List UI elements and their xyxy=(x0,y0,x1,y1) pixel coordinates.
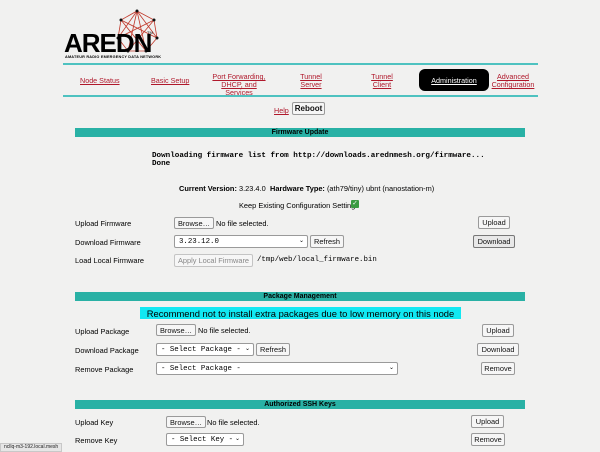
upload-package-label: Upload Package xyxy=(75,327,130,336)
firmware-upload-button[interactable]: Upload xyxy=(478,216,510,229)
package-refresh-button[interactable]: Refresh xyxy=(256,343,290,356)
nav-tunnel-client-line2: Client xyxy=(372,80,392,89)
ssh-remove-button[interactable]: Remove xyxy=(471,433,505,446)
nav-administration[interactable]: Administration xyxy=(419,69,489,91)
hardware-type: Hardware Type: (ath79/tiny) ubnt (nanost… xyxy=(270,184,434,193)
browser-status-url: ncllq-m3-192.local.mesh xyxy=(0,443,63,452)
download-package-select-value: - Select Package - xyxy=(161,345,241,354)
current-version-value: 3.23.4.0 xyxy=(238,184,266,193)
firmware-download-message: Downloading firmware list from http://do… xyxy=(152,152,485,168)
logo-tm: TM xyxy=(147,30,153,35)
download-package-select[interactable]: - Select Package - ⌄ xyxy=(156,343,254,356)
remove-package-select-value: - Select Package - xyxy=(161,364,241,373)
remove-package-select[interactable]: - Select Package - ⌄ xyxy=(156,362,398,375)
nav-bottom-divider xyxy=(63,95,538,97)
package-download-button[interactable]: Download xyxy=(477,343,519,356)
apply-local-firmware-button[interactable]: Apply Local Firmware xyxy=(174,254,253,267)
upload-firmware-label: Upload Firmware xyxy=(75,219,132,228)
firmware-download-button[interactable]: Download xyxy=(473,235,515,248)
package-section-header: Package Management xyxy=(75,292,525,301)
firmware-refresh-button[interactable]: Refresh xyxy=(310,235,344,248)
main-nav: Node Status Basic Setup Port Forwarding,… xyxy=(63,66,538,97)
chevron-down-icon: ⌄ xyxy=(388,364,394,371)
remove-package-label: Remove Package xyxy=(75,365,134,374)
package-no-file-text: No file selected. xyxy=(198,326,251,335)
low-memory-notice: Recommend not to install extra packages … xyxy=(140,307,461,319)
firmware-version-select[interactable]: 3.23.12.0 ⌄ xyxy=(174,235,308,248)
hardware-type-label: Hardware Type: xyxy=(270,184,325,193)
remove-key-select[interactable]: - Select Key - ⌄ xyxy=(166,433,244,446)
nav-basic-setup[interactable]: Basic Setup xyxy=(151,77,189,85)
firmware-download-message-line2: Done xyxy=(152,160,171,168)
chevron-down-icon: ⌄ xyxy=(244,345,250,352)
package-browse-button[interactable]: Browse… xyxy=(156,324,196,336)
nav-top-divider xyxy=(63,63,538,65)
keep-settings-checkbox[interactable]: ✓ xyxy=(351,200,359,208)
upload-key-label: Upload Key xyxy=(75,418,114,427)
ssh-no-file-text: No file selected. xyxy=(207,418,260,427)
nav-tunnel-server-line2: Server xyxy=(300,80,322,89)
help-link[interactable]: Help xyxy=(274,106,289,115)
logo-subtitle: AMATEUR RADIO EMERGENCY DATA NETWORK xyxy=(65,55,162,59)
download-firmware-label: Download Firmware xyxy=(75,238,141,247)
firmware-no-file-text: No file selected. xyxy=(216,219,269,228)
firmware-version-select-value: 3.23.12.0 xyxy=(179,237,219,246)
nav-tunnel-server[interactable]: Tunnel Server xyxy=(299,73,323,89)
firmware-browse-button[interactable]: Browse… xyxy=(174,217,214,229)
hardware-type-value: (ath79/tiny) ubnt (nanostation-m) xyxy=(326,184,435,193)
local-firmware-path: /tmp/web/local_firmware.bin xyxy=(257,256,377,264)
package-upload-button[interactable]: Upload xyxy=(482,324,514,337)
load-local-firmware-label: Load Local Firmware xyxy=(75,256,145,265)
nav-tunnel-client[interactable]: Tunnel Client xyxy=(370,73,394,89)
firmware-download-message-line1: Downloading firmware list from http://do… xyxy=(152,152,485,160)
ssh-section-header: Authorized SSH Keys xyxy=(75,400,525,409)
aredn-logo: AREDN TM AMATEUR RADIO EMERGENCY DATA NE… xyxy=(62,8,162,59)
nav-advanced-line2: Configuration xyxy=(491,80,535,89)
nav-node-status[interactable]: Node Status xyxy=(80,77,120,85)
package-remove-button[interactable]: Remove xyxy=(481,362,515,375)
nav-advanced-configuration[interactable]: Advanced Configuration xyxy=(490,73,536,89)
chevron-down-icon: ⌄ xyxy=(234,435,240,442)
reboot-button[interactable]: Reboot xyxy=(292,102,325,115)
current-version: Current Version: 3.23.4.0 xyxy=(179,184,266,193)
remove-key-select-value: - Select Key - xyxy=(171,435,234,444)
firmware-section-header: Firmware Update xyxy=(75,128,525,137)
nav-port-forwarding[interactable]: Port Forwarding, DHCP, and Services xyxy=(209,73,269,97)
chevron-down-icon: ⌄ xyxy=(298,237,304,244)
ssh-browse-button[interactable]: Browse… xyxy=(166,416,206,428)
keep-settings-label: Keep Existing Configuration Settings xyxy=(239,201,359,210)
current-version-label: Current Version: xyxy=(179,184,237,193)
ssh-upload-button[interactable]: Upload xyxy=(471,415,504,428)
remove-key-label: Remove Key xyxy=(75,436,118,445)
download-package-label: Download Package xyxy=(75,346,139,355)
